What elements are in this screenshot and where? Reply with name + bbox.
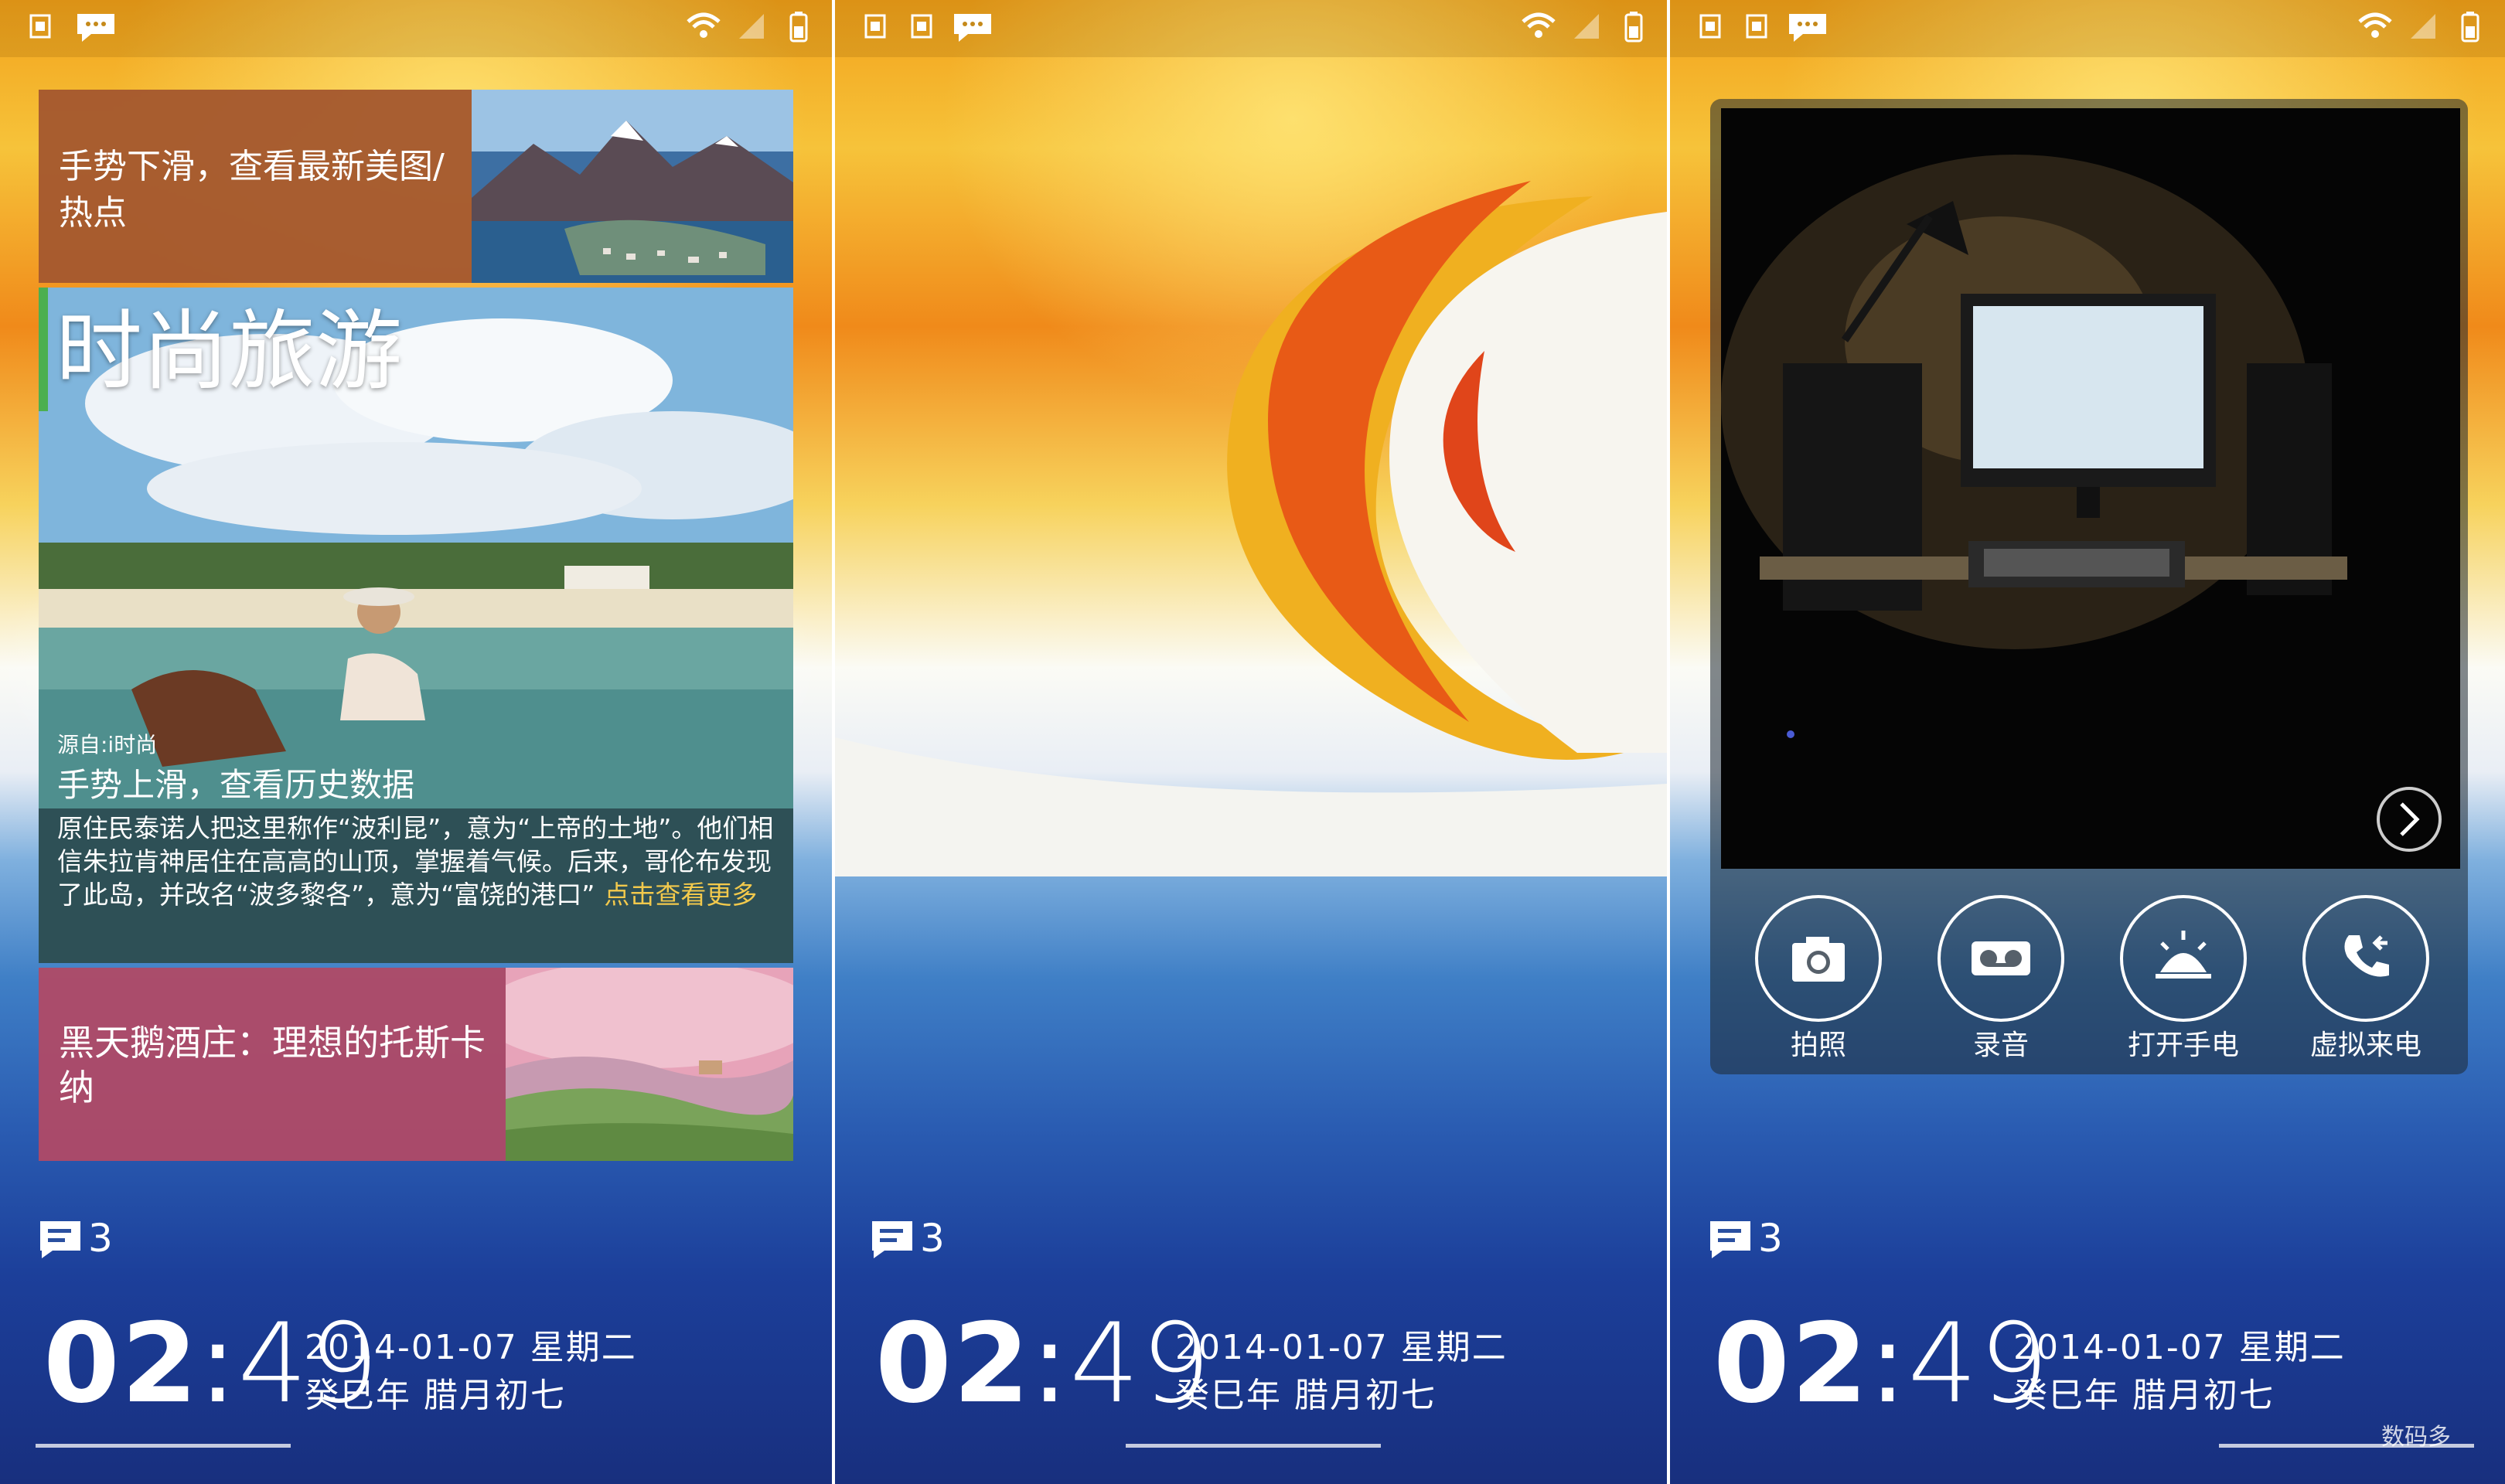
read-more-link[interactable]: 点击查看更多 [604, 880, 757, 910]
clock: 02:49 [1713, 1306, 2050, 1422]
fake-call-label: 虚拟来电 [2309, 1030, 2422, 1061]
clock-separator: : [1031, 1300, 1070, 1428]
clock-separator: : [1869, 1300, 1908, 1428]
watermark: 数码多 [2381, 1422, 2451, 1453]
date-line: 2014-01-07 星期二 [1175, 1328, 1508, 1367]
card-headline: 手势上滑，查看历史数据 [57, 766, 415, 804]
flashlight-button[interactable] [2120, 895, 2247, 1022]
image-notification-icon [29, 14, 51, 39]
lockscreen-wallpaper: 3 02:49 2014-01-07 星期二 癸巳年 腊月初七 [835, 0, 1667, 1484]
status-bar [0, 0, 832, 57]
card-source: 源自:i时尚 [57, 732, 158, 757]
magazine-card-pull-down[interactable]: 手势下滑，查看最新美图/热点 [39, 90, 793, 283]
lunar-date-line: 癸巳年 腊月初七 [305, 1376, 566, 1415]
wifi-icon [2358, 12, 2392, 38]
message-icon [1710, 1221, 1750, 1258]
lunar-date-line: 癸巳年 腊月初七 [2013, 1376, 2275, 1415]
magazine-card-travel[interactable]: 时尚旅游 源自:i时尚 手势上滑，查看历史数据 原住民泰诺人把这里称作“波利昆”… [39, 288, 793, 963]
status-bar [835, 0, 1667, 57]
chat-notification-icon [77, 14, 114, 42]
clock-hour: 02 [875, 1300, 1031, 1428]
camera-preview[interactable] [1721, 108, 2460, 869]
recorder-button[interactable] [1938, 895, 2064, 1022]
magazine-card-winery[interactable]: 黑天鹅酒庄：理想的托斯卡纳 [39, 968, 793, 1161]
unlock-indicator[interactable] [1126, 1444, 1381, 1448]
image-notification-icon [1699, 14, 1721, 39]
clock: 02:49 [875, 1306, 1212, 1422]
card-title: 时尚旅游 [56, 301, 402, 402]
lockscreen-comparison: 手势下滑，查看最新美图/热点 时尚旅游 源自:i时尚 手势上滑，查看历史数据 原… [0, 0, 2505, 1484]
chat-notification-icon [1789, 14, 1826, 42]
tuscany-thumbnail [506, 968, 793, 1161]
recorder-label: 录音 [1972, 1030, 2029, 1061]
message-icon [872, 1221, 912, 1258]
lockscreen-magazine: 手势下滑，查看最新美图/热点 时尚旅游 源自:i时尚 手势上滑，查看历史数据 原… [0, 0, 832, 1484]
image-notification-icon [864, 14, 886, 39]
lockscreen-tools: 拍照 录音 打开手电 虚拟来电 3 02:49 2014-01-07 星期二 癸… [1670, 0, 2505, 1484]
status-bar [1670, 0, 2505, 57]
lunar-date-line: 癸巳年 腊月初七 [1175, 1376, 1437, 1415]
paint-swirl-art [835, 181, 1667, 876]
signal-icon [1574, 14, 1599, 39]
message-count: 3 [920, 1216, 945, 1261]
date-line: 2014-01-07 星期二 [2013, 1328, 2346, 1367]
fake-call-icon [2344, 935, 2389, 977]
card-body: 原住民泰诺人把这里称作“波利昆”，意为“上帝的土地”。他们相信朱拉肯神居住在高高… [57, 812, 776, 911]
clock-hour: 02 [1713, 1300, 1869, 1428]
battery-icon [2461, 12, 2479, 43]
message-count: 3 [1758, 1216, 1783, 1261]
clock-hour: 02 [43, 1300, 199, 1428]
camera-button[interactable] [1755, 895, 1882, 1022]
battery-icon [789, 12, 808, 43]
clock-separator: : [199, 1300, 238, 1428]
card-title: 黑天鹅酒庄：理想的托斯卡纳 [59, 1022, 486, 1108]
recorder-icon [1972, 941, 2030, 975]
camera-icon [1792, 937, 1845, 982]
wifi-icon [1522, 12, 1556, 38]
image-notification-icon [1746, 14, 1767, 39]
battery-icon [1624, 12, 1643, 43]
flashlight-icon [2156, 931, 2211, 979]
message-icon [40, 1221, 80, 1258]
accent-bar [39, 288, 48, 411]
watermark-text: 数码多 [2381, 1424, 2451, 1451]
flashlight-label: 打开手电 [2127, 1030, 2239, 1061]
mountain-lake-thumbnail [472, 90, 793, 283]
signal-icon [739, 14, 764, 39]
date-line: 2014-01-07 星期二 [305, 1328, 637, 1367]
fake-call-button[interactable] [2302, 895, 2429, 1022]
chat-notification-icon [954, 14, 991, 42]
card-title: 手势下滑，查看最新美图/热点 [59, 147, 445, 233]
message-count: 3 [88, 1216, 113, 1261]
image-notification-icon [911, 14, 932, 39]
wifi-icon [687, 12, 721, 38]
camera-label: 拍照 [1790, 1030, 1846, 1061]
unlock-indicator[interactable] [36, 1444, 291, 1448]
signal-icon [2411, 14, 2435, 39]
